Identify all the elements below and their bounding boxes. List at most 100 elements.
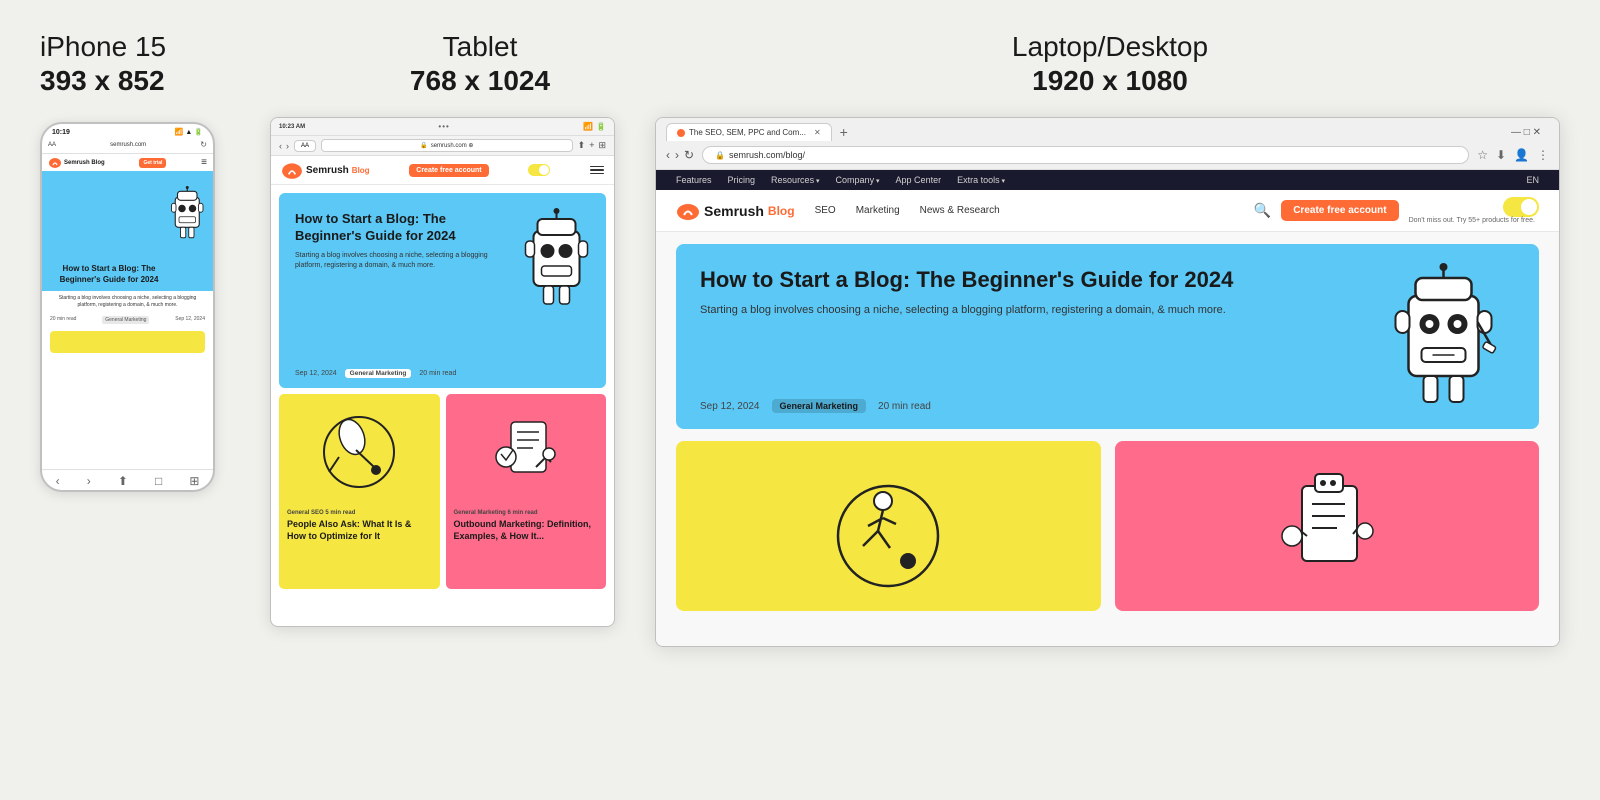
- iphone-trial-button[interactable]: Get trial: [139, 158, 166, 168]
- semrush-flame-icon-med: [281, 161, 303, 179]
- tablet-statusbar: 10:23 AM ••• 📶 🔋: [271, 118, 614, 136]
- tablet-card-1: General SEO 5 min read People Also Ask: …: [279, 394, 440, 589]
- desktop-label-name: Laptop/Desktop: [660, 30, 1560, 64]
- desktop-reload-button[interactable]: ↻: [684, 148, 694, 162]
- tablet-card-2-tag: General Marketing 6 min read: [454, 510, 599, 516]
- desktop-nav-features[interactable]: Features: [676, 175, 712, 185]
- tablet-card-1-image: [279, 394, 440, 504]
- tablet-card-1-tag: General SEO 5 min read: [287, 510, 432, 516]
- desktop-hero-desc: Starting a blog involves choosing a nich…: [700, 302, 1339, 319]
- desktop-nav-resources[interactable]: Resources: [771, 175, 820, 185]
- tablet-card-2-body: General Marketing 6 min read Outbound Ma…: [446, 504, 607, 548]
- desktop-language-selector[interactable]: EN: [1526, 175, 1539, 185]
- desktop-search-button[interactable]: 🔍: [1254, 202, 1271, 219]
- desktop-blog-nav-marketing[interactable]: Marketing: [856, 205, 900, 216]
- tablet-toggle[interactable]: [528, 164, 550, 176]
- iphone-hero-text: How to Start a Blog: The Beginner's Guid…: [50, 264, 168, 285]
- desktop-url-text: semrush.com/blog/: [729, 150, 805, 160]
- desktop-dont-miss-text: Don't miss out. Try 55+ products for fre…: [1409, 217, 1535, 224]
- desktop-url-field[interactable]: 🔒 semrush.com/blog/: [702, 146, 1469, 164]
- tablet-robot-illustration: [513, 203, 598, 323]
- tablet-dots: •••: [438, 122, 449, 131]
- tablet-hero-title: How to Start a Blog: The Beginner's Guid…: [295, 211, 506, 245]
- tablet-back-icon[interactable]: ‹: [279, 141, 282, 151]
- desktop-card-2-illustration: [1257, 456, 1397, 596]
- iphone-label-dims: 393 x 852: [40, 64, 300, 98]
- desktop-cards-row: [676, 441, 1539, 611]
- iphone-yellow-bar: [50, 331, 205, 353]
- tablet-hero-meta: Sep 12, 2024 General Marketing 20 min re…: [295, 369, 456, 378]
- desktop-toggle-circle: [1521, 199, 1537, 215]
- tablet-forward-icon[interactable]: ›: [286, 141, 289, 151]
- desktop-nav-extra-tools[interactable]: Extra tools: [957, 175, 1005, 185]
- tablet-hamburger-icon[interactable]: [590, 166, 604, 175]
- desktop-nav-company[interactable]: Company: [836, 175, 880, 185]
- desktop-robot-illustration: [1366, 256, 1521, 421]
- desktop-back-button[interactable]: ‹: [666, 148, 670, 162]
- tablet-urlbar: ‹ › AA 🔒 semrush.com ⊕ ⬆ + ⊞: [271, 136, 614, 156]
- iphone-aa: AA: [48, 142, 56, 148]
- iphone-icons: 📶 ▲ 🔋: [175, 128, 203, 136]
- desktop-window-controls: — □ ✕: [1503, 127, 1549, 138]
- tablet-semrush-logo: Semrush Blog: [281, 161, 370, 179]
- desktop-hero-meta: Sep 12, 2024 General Marketing 20 min re…: [700, 399, 931, 413]
- tablet-create-account-button[interactable]: Create free account: [409, 164, 488, 177]
- iphone-bookmarks-icon[interactable]: □: [155, 474, 162, 488]
- desktop-blog-nav-seo[interactable]: SEO: [815, 205, 836, 216]
- desktop-urlbar-row: ‹ › ↻ 🔒 semrush.com/blog/ ☆ ⬇ 👤 ⋮: [656, 141, 1559, 170]
- tablet-hero-text: How to Start a Blog: The Beginner's Guid…: [295, 211, 506, 272]
- desktop-nav-pricing[interactable]: Pricing: [728, 175, 756, 185]
- desktop-toggle[interactable]: [1503, 197, 1539, 217]
- tablet-card-2: General Marketing 6 min read Outbound Ma…: [446, 394, 607, 589]
- desktop-hero-read-time: 20 min read: [878, 401, 931, 412]
- iphone-tabs-icon[interactable]: ⊞: [189, 474, 199, 488]
- iphone-forward-icon[interactable]: ›: [87, 474, 91, 488]
- iphone-back-icon[interactable]: ‹: [56, 474, 60, 488]
- tablet-aa-text: AA: [301, 143, 309, 149]
- iphone-hamburger-icon[interactable]: ≡: [201, 157, 207, 168]
- desktop-hero-badge: General Marketing: [772, 399, 867, 413]
- desktop-hero-title: How to Start a Blog: The Beginner's Guid…: [700, 266, 1339, 294]
- tablet-content: How to Start a Blog: The Beginner's Guid…: [271, 185, 614, 626]
- desktop-blog-nav-news[interactable]: News & Research: [920, 205, 1000, 216]
- desktop-profile-icon[interactable]: 👤: [1514, 148, 1529, 162]
- iphone-label-name: iPhone 15: [40, 30, 300, 64]
- desktop-nav-app-center[interactable]: App Center: [896, 175, 942, 185]
- desktop-lock-icon: 🔒: [715, 151, 725, 160]
- desktop-forward-button[interactable]: ›: [675, 148, 679, 162]
- iphone-url: semrush.com: [60, 142, 196, 148]
- desktop-top-nav-items: Features Pricing Resources Company App C…: [676, 175, 1005, 185]
- desktop-logo-blog-text: Blog: [768, 204, 795, 218]
- tablet-aa-button[interactable]: AA: [294, 140, 316, 152]
- tablet-logo-semrush: Semrush: [306, 165, 349, 176]
- tablet-url-field[interactable]: 🔒 semrush.com ⊕: [321, 139, 573, 152]
- desktop-tab-title: The SEO, SEM, PPC and Com...: [689, 128, 806, 137]
- tablet-nav-buttons: ‹ ›: [279, 141, 289, 151]
- desktop-tab-close-button[interactable]: ✕: [814, 128, 821, 137]
- tablet-label-name: Tablet: [300, 30, 660, 64]
- iphone-urlbar: AA semrush.com ↻: [42, 138, 213, 154]
- tablet-card-1-illustration: [314, 402, 404, 497]
- desktop-new-tab-button[interactable]: +: [832, 124, 856, 140]
- tablet-site-header: Semrush Blog Create free account: [271, 156, 614, 185]
- desktop-active-tab[interactable]: The SEO, SEM, PPC and Com... ✕: [666, 123, 832, 141]
- iphone-bottom-bar: ‹ › ⬆ □ ⊞: [42, 469, 213, 490]
- tablet-share-icon[interactable]: ⬆: [578, 140, 586, 151]
- desktop-download-icon[interactable]: ⬇: [1496, 148, 1506, 162]
- desktop-hero-text: How to Start a Blog: The Beginner's Guid…: [700, 266, 1339, 318]
- desktop-mockup: The SEO, SEM, PPC and Com... ✕ + — □ ✕ ‹…: [655, 117, 1560, 647]
- tablet-tabs-icon[interactable]: ⊞: [598, 140, 606, 151]
- desktop-url-action-buttons: ☆ ⬇ 👤 ⋮: [1477, 148, 1549, 162]
- desktop-card-2: [1115, 441, 1540, 611]
- tablet-system-icons: 📶 🔋: [583, 122, 606, 131]
- tablet-add-tab-icon[interactable]: +: [589, 140, 594, 151]
- semrush-flame-icon-small: [48, 157, 62, 168]
- iphone-share-icon[interactable]: ⬆: [118, 474, 128, 488]
- desktop-create-account-button[interactable]: Create free account: [1281, 200, 1398, 221]
- tablet-card-2-title: Outbound Marketing: Definition, Examples…: [454, 519, 599, 542]
- desktop-blog-nav-links: SEO Marketing News & Research: [815, 205, 1254, 216]
- desktop-bookmark-icon[interactable]: ☆: [1477, 148, 1488, 162]
- desktop-more-icon[interactable]: ⋮: [1537, 148, 1549, 162]
- tablet-mockup: 10:23 AM ••• 📶 🔋 ‹ › AA 🔒: [270, 117, 615, 627]
- tablet-hero-badge: General Marketing: [345, 369, 412, 378]
